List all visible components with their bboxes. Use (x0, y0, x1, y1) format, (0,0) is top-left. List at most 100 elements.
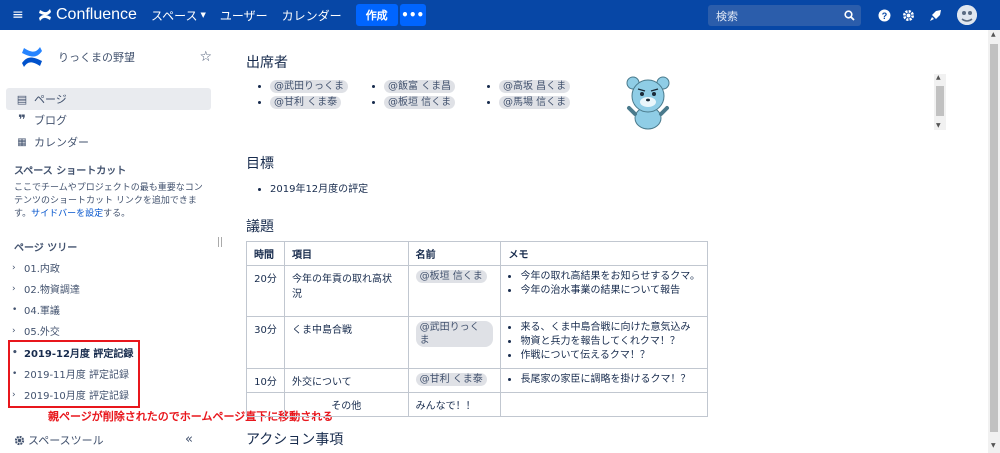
gear-icon[interactable] (900, 7, 916, 23)
user-mention[interactable]: @飯富 くま昌 (384, 80, 456, 93)
space-tools-button[interactable]: スペースツール (14, 432, 104, 448)
svg-text:?: ? (881, 11, 887, 21)
space-header[interactable]: りっくまの野望 ☆ (20, 45, 212, 69)
sidebar-resize-handle[interactable] (218, 237, 222, 247)
sidebar-item-label: カレンダー (34, 136, 89, 149)
goal-heading: 目標 (246, 156, 274, 172)
tree-item[interactable]: › 05.外交 (12, 323, 60, 339)
user-mention[interactable]: @高坂 昌くま (499, 80, 571, 93)
tree-item-label: 04.軍議 (24, 306, 60, 317)
list-item: 長尾家の家臣に調略を掛けるクマ！？ (520, 373, 700, 387)
list-item: @飯富 くま昌 (384, 80, 456, 94)
quote-icon: ❞ (18, 112, 26, 128)
notes-cell: 来る、くま中島合戦に向けた意気込み 物資と兵力を報告してくれクマ！？ 作戦につい… (500, 316, 708, 369)
confluence-logo[interactable]: Confluence (38, 6, 137, 24)
goal-list: 2019年12月度の評定 (258, 180, 368, 195)
scroll-up-icon[interactable]: ▲ (936, 74, 941, 81)
list-item: 今年の取れ高結果をお知らせするクマ。 (520, 270, 700, 284)
table-header-row: 時間 項目 名前 メモ (246, 241, 708, 266)
column-header: 名前 (407, 241, 502, 266)
confluence-logo-icon (39, 9, 51, 21)
page-scrollbar[interactable]: ▲ ▼ (988, 30, 1000, 453)
chevron-right-icon[interactable]: › (12, 326, 22, 336)
top-navigation: ≡ Confluence スペース ▼ ユーザー カレンダー 作成 ••• 検索 … (0, 0, 1000, 30)
column-header: 時間 (246, 241, 285, 266)
notification-rocket-icon[interactable] (927, 7, 943, 23)
chevron-right-icon[interactable]: › (12, 284, 22, 294)
shortcut-description: ここでチームやプロジェクトの最も重要なコンテンツのショートカット リンクを追加で… (14, 182, 210, 221)
table-row: 10分 外交について @甘利 くま泰 長尾家の家臣に調略を掛けるクマ！？ (246, 368, 708, 393)
bear-mascot-image (626, 76, 670, 130)
bullet-icon: • (12, 304, 18, 315)
attendee-scrollbar[interactable]: ▲ ▼ (934, 74, 946, 130)
notes-cell: 今年の取れ高結果をお知らせするクマ。 今年の治水事業の結果について報告 (500, 265, 708, 317)
sidebar-item-label: ページ (34, 93, 67, 106)
collapse-sidebar-icon[interactable]: « (185, 432, 193, 447)
calendar-icon: ▦ (17, 136, 27, 148)
user-mention[interactable]: @武田りっくま (415, 321, 494, 347)
user-mention[interactable]: @板垣 信くま (415, 270, 487, 283)
sidebar-item-label: ブログ (34, 114, 67, 127)
item-cell: その他 (283, 392, 409, 417)
configure-sidebar-link[interactable]: サイドバーを設定 (31, 209, 103, 219)
scroll-down-icon[interactable]: ▼ (936, 122, 941, 129)
user-mention[interactable]: @板垣 信くま (384, 96, 456, 109)
list-item: 物資と兵力を報告してくれクマ！？ (520, 335, 700, 349)
sidebar-item-blog[interactable]: ❞ ブログ (6, 109, 211, 131)
create-button[interactable]: 作成 (355, 4, 398, 26)
column-header: メモ (500, 241, 708, 266)
more-create-button[interactable]: ••• (399, 4, 426, 26)
space-name: りっくまの野望 (58, 51, 135, 64)
search-icon (844, 10, 855, 21)
user-mention[interactable]: @甘利 くま泰 (415, 373, 487, 386)
star-icon[interactable]: ☆ (199, 49, 212, 65)
nav-spaces[interactable]: スペース ▼ (151, 7, 206, 24)
space-logo-icon (22, 47, 42, 67)
user-mention[interactable]: @武田りっくま (270, 80, 348, 93)
nav-calendar[interactable]: カレンダー (282, 7, 342, 24)
sidebar-item-calendar[interactable]: ▦ カレンダー (6, 131, 211, 153)
product-name: Confluence (56, 6, 137, 23)
scrollbar-thumb[interactable] (936, 86, 944, 116)
sidebar-item-pages[interactable]: ▤ ページ (6, 88, 211, 110)
notes-cell: 長尾家の家臣に調略を掛けるクマ！？ (500, 368, 708, 393)
list-item: @武田りっくま (270, 80, 348, 94)
list-item: @馬場 信くま (499, 96, 571, 110)
annotation-highlight-box (8, 340, 140, 408)
item-cell: 外交について (283, 368, 409, 393)
tree-item[interactable]: › 02.物資調達 (12, 281, 80, 297)
item-cell: くま中島合戦 (283, 316, 409, 369)
list-item: 作戦について伝えるクマ！？ (520, 349, 700, 363)
user-avatar[interactable] (957, 5, 977, 25)
help-icon[interactable]: ? (876, 7, 892, 23)
menu-icon[interactable]: ≡ (12, 7, 30, 23)
chevron-down-icon: ▼ (200, 11, 206, 19)
time-cell: 30分 (246, 316, 285, 369)
item-cell: 今年の年貢の取れ高状況 (283, 265, 409, 317)
chevron-right-icon[interactable]: › (12, 263, 22, 273)
list-item: @高坂 昌くま (499, 80, 571, 94)
user-mention[interactable]: @甘利 くま泰 (270, 96, 342, 109)
scrollbar-thumb[interactable] (990, 44, 998, 432)
tree-item[interactable]: › 01.内政 (12, 260, 60, 276)
nav-users[interactable]: ユーザー (220, 7, 268, 24)
scroll-down-icon[interactable]: ▼ (991, 442, 996, 449)
page-icon: ▤ (16, 92, 28, 106)
table-row: 30分 くま中島合戦 @武田りっくま 来る、くま中島合戦に向けた意気込み 物資と… (246, 316, 708, 369)
table-row: 20分 今年の年貢の取れ高状況 @板垣 信くま 今年の取れ高結果をお知らせするク… (246, 265, 708, 317)
list-item: @甘利 くま泰 (270, 96, 348, 110)
attendees-heading: 出席者 (246, 55, 288, 71)
tree-item-label: 02.物資調達 (24, 285, 80, 296)
search-box[interactable]: 検索 (708, 5, 861, 26)
scroll-up-icon[interactable]: ▲ (991, 31, 996, 38)
attendee-column: @飯富 くま昌 @板垣 信くま (372, 80, 456, 112)
user-mention[interactable]: @馬場 信くま (499, 96, 571, 109)
time-cell: 10分 (246, 368, 285, 393)
search-input[interactable]: 検索 (716, 8, 844, 24)
gear-icon (14, 435, 25, 445)
attendee-column: @高坂 昌くま @馬場 信くま (487, 80, 571, 112)
page-tree-heading: ページ ツリー (14, 243, 78, 254)
nav-users-label: ユーザー (219, 8, 268, 23)
name-cell: みんなで！！ (407, 392, 502, 417)
tree-item[interactable]: • 04.軍議 (12, 302, 60, 318)
